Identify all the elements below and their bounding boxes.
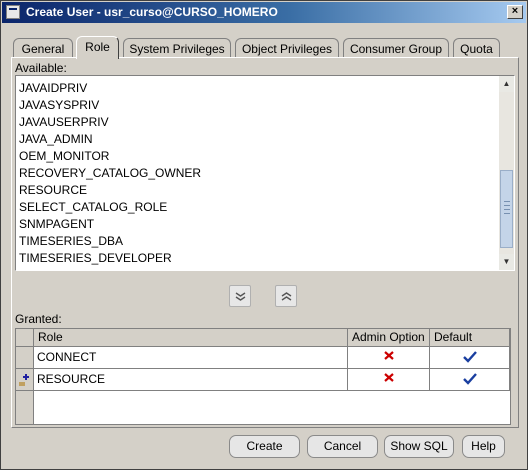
- available-role-item[interactable]: JAVAIDPRIV: [19, 80, 201, 97]
- create-user-dialog: Create User - usr_curso@CURSO_HOMERO × G…: [0, 0, 528, 470]
- window-title: Create User - usr_curso@CURSO_HOMERO: [26, 5, 278, 19]
- checkmark-icon: [463, 373, 477, 385]
- app-icon: [6, 5, 20, 19]
- role-cell[interactable]: CONNECT: [34, 347, 348, 369]
- revoke-role-button[interactable]: [275, 285, 297, 307]
- tab-quota[interactable]: Quota: [453, 38, 500, 58]
- available-items: JAVAIDPRIV JAVASYSPRIV JAVAUSERPRIV JAVA_AD…: [19, 80, 201, 267]
- edit-row-icon: [19, 374, 29, 386]
- double-chevron-up-icon: [281, 292, 292, 301]
- x-mark-icon: [384, 351, 394, 360]
- column-header-admin-option[interactable]: Admin Option: [348, 329, 430, 347]
- tab-general[interactable]: General: [13, 38, 73, 58]
- corner-header: [16, 329, 34, 347]
- tab-system-privileges[interactable]: System Privileges: [123, 38, 231, 58]
- available-role-item[interactable]: SELECT_CATALOG_ROLE: [19, 199, 201, 216]
- scroll-down-icon[interactable]: ▼: [499, 254, 514, 270]
- granted-label: Granted:: [15, 312, 62, 326]
- admin-option-cell[interactable]: [348, 347, 430, 369]
- row-header-current[interactable]: [16, 369, 34, 391]
- scroll-thumb[interactable]: [500, 170, 513, 248]
- title-bar[interactable]: Create User - usr_curso@CURSO_HOMERO ×: [2, 2, 526, 23]
- show-sql-button[interactable]: Show SQL: [384, 435, 454, 458]
- tab-strip: General Role System Privileges Object Pr…: [13, 36, 523, 59]
- available-role-item[interactable]: OEM_MONITOR: [19, 148, 201, 165]
- available-role-item[interactable]: TIMESERIES_DEVELOPER: [19, 250, 201, 267]
- tab-consumer-group[interactable]: Consumer Group: [343, 38, 449, 58]
- grip-icon: [504, 201, 510, 217]
- double-chevron-down-icon: [235, 292, 246, 301]
- tab-object-privileges[interactable]: Object Privileges: [235, 38, 339, 58]
- available-role-item[interactable]: RECOVERY_CATALOG_OWNER: [19, 165, 201, 182]
- available-role-item[interactable]: RESOURCE: [19, 182, 201, 199]
- admin-option-cell[interactable]: [348, 369, 430, 391]
- column-header-role[interactable]: Role: [34, 329, 348, 347]
- scroll-up-icon[interactable]: ▲: [499, 76, 514, 92]
- row-header-empty: [16, 391, 34, 424]
- available-role-item[interactable]: TIMESERIES_DBA: [19, 233, 201, 250]
- cancel-button[interactable]: Cancel: [307, 435, 378, 458]
- default-cell[interactable]: [430, 369, 510, 391]
- help-button[interactable]: Help: [462, 435, 505, 458]
- column-header-default[interactable]: Default: [430, 329, 510, 347]
- available-roles-list[interactable]: JAVAIDPRIV JAVASYSPRIV JAVAUSERPRIV JAVA_AD…: [15, 75, 515, 271]
- checkmark-icon: [463, 351, 477, 363]
- tab-role[interactable]: Role: [76, 36, 119, 59]
- grant-role-button[interactable]: [229, 285, 251, 307]
- available-scrollbar[interactable]: ▲ ▼: [498, 76, 514, 270]
- available-role-item[interactable]: JAVASYSPRIV: [19, 97, 201, 114]
- default-cell[interactable]: [430, 347, 510, 369]
- close-button[interactable]: ×: [507, 5, 523, 19]
- create-button[interactable]: Create: [229, 435, 300, 458]
- available-label: Available:: [15, 61, 67, 75]
- granted-roles-table[interactable]: Role Admin Option Default CONNECT RESOUR…: [15, 328, 511, 425]
- available-role-item[interactable]: SNMPAGENT: [19, 216, 201, 233]
- available-role-item[interactable]: JAVA_ADMIN: [19, 131, 201, 148]
- role-cell[interactable]: RESOURCE: [34, 369, 348, 391]
- x-mark-icon: [384, 373, 394, 382]
- available-role-item[interactable]: JAVAUSERPRIV: [19, 114, 201, 131]
- row-header[interactable]: [16, 347, 34, 369]
